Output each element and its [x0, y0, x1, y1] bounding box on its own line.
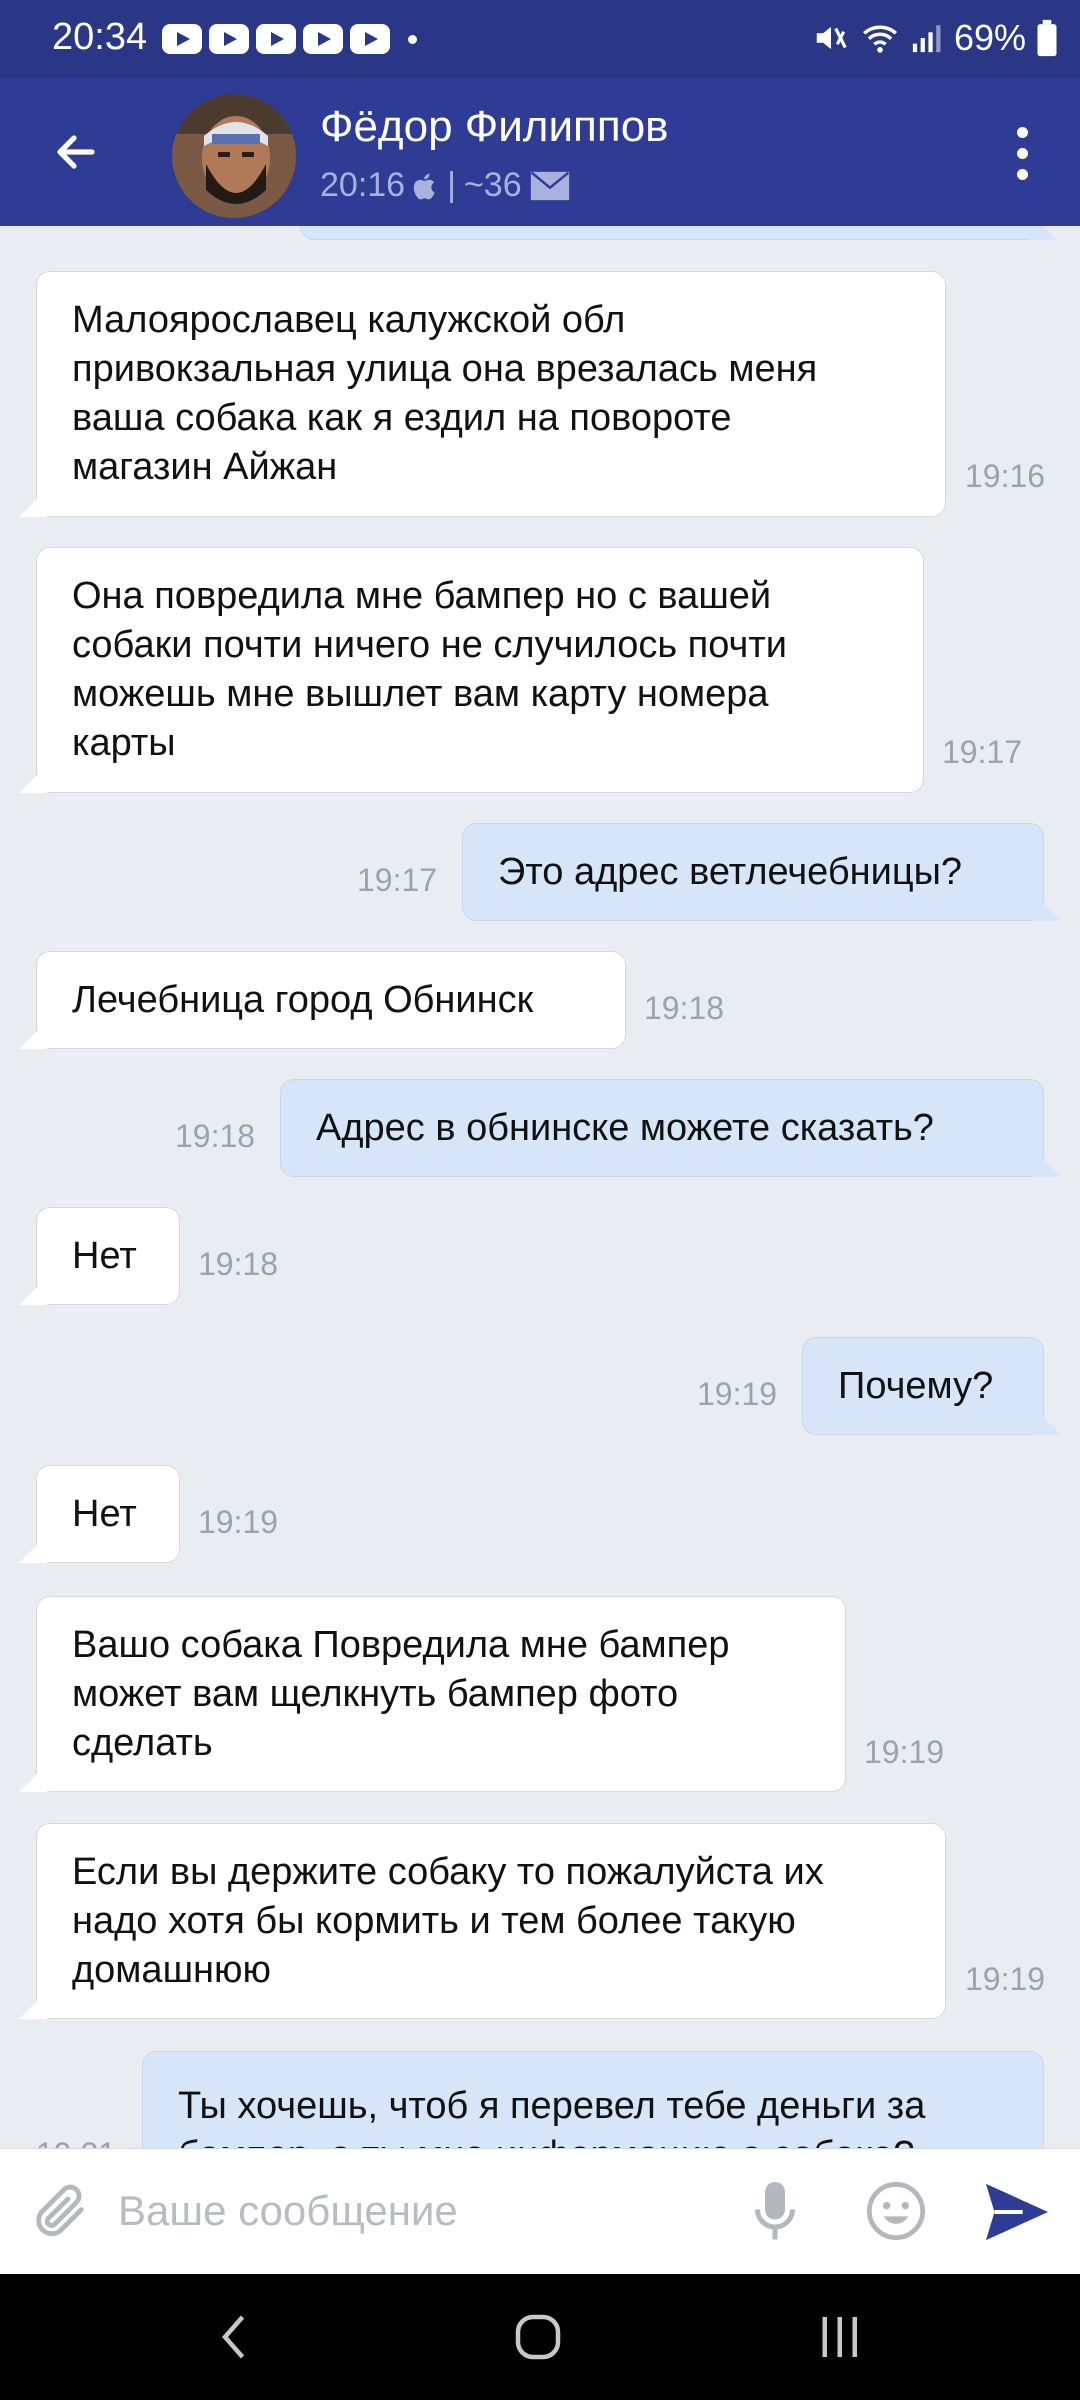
message-time: 19:19: [864, 1734, 945, 1770]
unread-count: ~36: [463, 166, 522, 204]
chat-header: Фёдор Филиппов 20:16 | ~36: [0, 78, 1080, 226]
avatar-image: [172, 94, 296, 218]
message-bubble-incoming[interactable]: Если вы держите собаку то пожалуйста их …: [19, 1823, 946, 2019]
microphone-icon: [755, 2182, 795, 2240]
message-bubble-incoming[interactable]: Вашо собака Повредила мне бампер может в…: [19, 1596, 846, 1792]
message-text: Она повредила мне бампер но с вашей соба…: [72, 575, 787, 764]
message-time: 19:17: [942, 734, 1023, 770]
youtube-icon: [303, 24, 343, 54]
message-text: Ты хочешь, чтоб я перевел тебе деньги за…: [178, 2085, 926, 2148]
nav-home-button[interactable]: [508, 2307, 568, 2367]
youtube-icon: [350, 24, 390, 54]
battery-icon: [1037, 19, 1057, 57]
message-time: 19:18: [198, 1246, 279, 1282]
dot-icon: [1016, 147, 1028, 159]
send-icon: [986, 2183, 1048, 2241]
message-bubble-incoming[interactable]: Нет: [19, 1465, 180, 1563]
emoji-button[interactable]: [864, 2179, 928, 2243]
contact-name[interactable]: Фёдор Филиппов: [320, 102, 669, 152]
apple-icon: [413, 173, 435, 199]
message-time: 19:17: [357, 862, 438, 898]
message-time: 19:16: [965, 458, 1046, 494]
dot-icon: [1016, 168, 1028, 180]
signal-icon: [912, 25, 941, 53]
back-button[interactable]: [44, 120, 108, 184]
status-right: 69%: [812, 12, 1058, 64]
nav-back-button[interactable]: [205, 2307, 265, 2367]
mute-icon: [816, 26, 847, 50]
message-time: 19:19: [697, 1376, 778, 1412]
message-bubble-outgoing[interactable]: Ты хочешь, чтоб я перевел тебе деньги за…: [142, 2051, 1044, 2148]
message-list[interactable]: Малоярославец калужской обл привокзальна…: [0, 226, 1080, 2148]
notification-dot: [408, 35, 417, 44]
message-text: Почему?: [838, 1364, 994, 1407]
chevron-left-icon: [222, 2315, 245, 2359]
nav-recents-button[interactable]: [810, 2307, 870, 2367]
youtube-icon: [256, 24, 296, 54]
last-seen-time: 20:16: [320, 166, 406, 204]
attach-button[interactable]: [28, 2179, 92, 2243]
arrow-left-icon: [57, 135, 95, 169]
home-icon: [515, 2314, 561, 2360]
message-text: Лечебница город Обнинск: [72, 978, 534, 1021]
message-bubble-partial: [300, 226, 1057, 240]
youtube-icon: [162, 24, 202, 54]
paperclip-icon: [36, 2184, 84, 2237]
message-bubble-outgoing[interactable]: Адрес в обнинске можете сказать?: [280, 1079, 1061, 1177]
message-bubble-outgoing[interactable]: Почему?: [802, 1337, 1061, 1435]
message-text: Если вы держите собаку то пожалуйста их …: [72, 1850, 824, 1991]
message-text: Это адрес ветлечебницы?: [498, 850, 963, 893]
message-composer: [0, 2148, 1080, 2274]
message-bubble-incoming[interactable]: Нет: [19, 1207, 180, 1305]
recents-icon: [822, 2317, 857, 2357]
avatar[interactable]: [172, 94, 296, 218]
message-bubble-incoming[interactable]: Малоярославец калужской обл привокзальна…: [19, 271, 946, 517]
message-bubble-incoming[interactable]: Она повредила мне бампер но с вашей соба…: [19, 547, 924, 793]
message-time: 19:18: [644, 990, 725, 1026]
battery-percent: 69%: [953, 17, 1026, 58]
message-input[interactable]: [118, 2173, 718, 2249]
message-time: 19:18: [175, 1118, 256, 1154]
contact-status: 20:16 | ~36: [320, 166, 570, 205]
message-bubble-incoming[interactable]: Лечебница город Обнинск: [19, 951, 626, 1049]
status-bar: 20:34 69%: [0, 0, 1080, 78]
message-text: Нет: [72, 1234, 137, 1277]
message-text: Адрес в обнинске можете сказать?: [316, 1106, 934, 1149]
message-time: 19:19: [198, 1504, 279, 1540]
system-navigation-bar: [0, 2274, 1080, 2400]
voice-message-button[interactable]: [745, 2177, 805, 2247]
dot-icon: [1016, 126, 1028, 138]
message-text: Малоярославец калужской обл привокзальна…: [72, 299, 818, 488]
message-time: 19:19: [965, 1961, 1046, 1997]
message-text: Нет: [72, 1492, 137, 1535]
wifi-icon: [862, 25, 897, 53]
status-time: 20:34: [52, 16, 148, 58]
message-text: Вашо собака Повредила мне бампер может в…: [72, 1623, 730, 1764]
youtube-icon: [209, 24, 249, 54]
send-button[interactable]: [982, 2181, 1052, 2243]
header-separator: |: [447, 166, 456, 204]
message-time: 19:21: [36, 2136, 116, 2148]
more-menu-button[interactable]: [994, 118, 1050, 188]
smiley-icon: [866, 2181, 926, 2241]
message-bubble-outgoing[interactable]: Это адрес ветлечебницы?: [462, 823, 1061, 921]
envelope-icon: [530, 171, 569, 200]
